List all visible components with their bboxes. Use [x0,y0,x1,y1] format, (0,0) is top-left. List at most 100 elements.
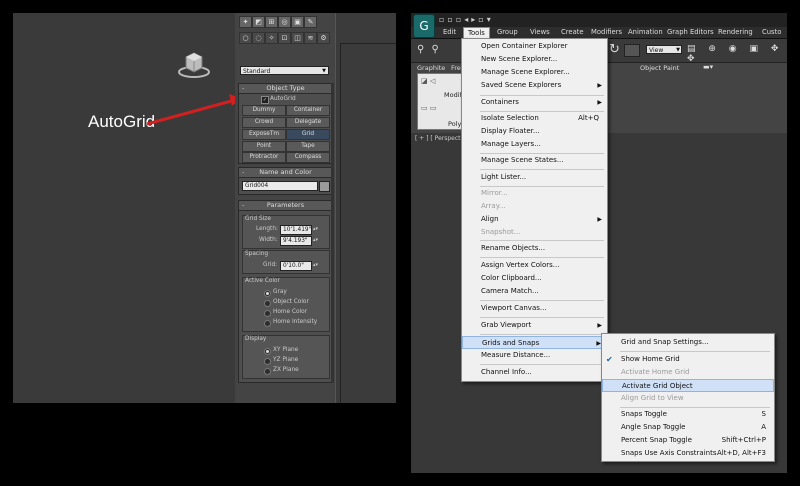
grid-button[interactable]: Grid [286,129,330,140]
object-name-field[interactable]: Grid004 [242,181,318,191]
object-type-title[interactable]: - Object Type [239,84,332,94]
point-button[interactable]: Point [242,141,286,152]
category-dropdown[interactable]: Standard ▼ [240,66,329,75]
menu-item-array[interactable]: Array... [462,200,607,213]
gray-radio[interactable] [264,290,271,297]
ribbon-tab-object-paint[interactable]: Object Paint [640,64,679,72]
width-spinner-icon[interactable]: ▴▾ [313,236,318,244]
menu-item-color-clipboard[interactable]: Color Clipboard... [462,272,607,285]
crowd-button[interactable]: Crowd [242,117,286,128]
xy-plane-radio[interactable] [264,348,271,355]
exposetm-button[interactable]: ExposeTm [242,129,286,140]
menu-item-saved-scene-explorers[interactable]: Saved Scene Explorers ▶ [462,79,607,92]
compass-button[interactable]: Compass [286,152,330,163]
menu-item-grid-and-snap-settings[interactable]: Grid and Snap Settings... [602,336,774,349]
reference-coord-dropdown[interactable]: View ▼ [646,45,682,54]
menu-item-light-lister[interactable]: Light Lister... [462,171,607,184]
geometry-icon[interactable]: ○ [239,32,252,44]
parameters-title[interactable]: - Parameters [239,201,332,211]
dummy-button[interactable]: Dummy [242,105,286,116]
display-tab-icon[interactable]: ▣ [291,16,304,28]
menu-item-containers[interactable]: Containers ▶ [462,96,607,109]
modify-tab-icon[interactable]: ◩ [252,16,265,28]
menu-item-manage-scene-explorer[interactable]: Manage Scene Explorer... [462,66,607,79]
delegate-button[interactable]: Delegate [286,117,330,128]
menu-item-activate-home-grid[interactable]: Activate Home Grid [602,366,774,379]
shapes-icon[interactable]: ◌ [252,32,265,44]
menu-group[interactable]: Group [497,27,518,38]
spacewarps-icon[interactable]: ≋ [304,32,317,44]
viewport-right-edge[interactable] [335,13,396,403]
menu-views[interactable]: Views [530,27,550,38]
menu-item-grab-viewport[interactable]: Grab Viewport ▶ [462,319,607,332]
ribbon-options-icon[interactable]: ▬▾ [703,63,713,71]
menu-graph-editors[interactable]: Graph Editors [667,27,714,38]
menu-item-open-container-explorer[interactable]: Open Container Explorer [462,40,607,53]
menu-customize[interactable]: Custo [762,27,781,38]
menu-item-snaps-use-axis-constraints[interactable]: Snaps Use Axis Constraints Alt+D, Alt+F3 [602,447,774,460]
menu-item-activate-grid-object[interactable]: Activate Grid Object [602,379,774,392]
tape-button[interactable]: Tape [286,141,330,152]
rotate-icon[interactable]: ↻ [609,42,620,57]
object-color-radio[interactable] [264,300,271,307]
menu-item-channel-info[interactable]: Channel Info... [462,366,607,379]
link-tools-icons[interactable]: ⚲ ⚲ [417,44,441,55]
width-input[interactable]: 9'4.193" [280,236,312,246]
grid-spacing-input[interactable]: 0'10.0" [280,261,312,271]
protractor-button[interactable]: Protractor [242,152,286,163]
menu-create[interactable]: Create [561,27,584,38]
motion-tab-icon[interactable]: ◎ [278,16,291,28]
systems-icon[interactable]: ⚙ [317,32,330,44]
grid-spinner-icon[interactable]: ▴▾ [313,261,318,269]
home-intensity-radio[interactable] [264,320,271,327]
menu-edit[interactable]: Edit [443,27,456,38]
length-input[interactable]: 10'1.419" [280,225,312,235]
viewcube-icon[interactable] [177,49,211,79]
helpers-icon[interactable]: ◫ [291,32,304,44]
menu-item-measure-distance[interactable]: Measure Distance... [462,349,607,362]
menu-item-grids-and-snaps[interactable]: Grids and Snaps ▶ [462,336,607,349]
menu-item-snaps-toggle[interactable]: Snaps Toggle S [602,408,774,421]
command-panel-scrollbar[interactable] [331,83,334,383]
scale-icon[interactable] [624,44,640,57]
ribbon-tool-icons[interactable]: ◪ ◁ [421,77,435,85]
ribbon-tab-graphite[interactable]: Graphite [417,64,445,72]
quick-access-icons[interactable]: ▫▫▫◂▸▫▾ [439,15,494,24]
autogrid-checkbox[interactable]: ✓ [261,96,269,104]
menu-rendering[interactable]: Rendering [718,27,753,38]
home-color-radio[interactable] [264,310,271,317]
menu-item-snapshot[interactable]: Snapshot... [462,226,607,239]
app-logo-icon[interactable]: G [413,14,435,38]
menu-item-manage-scene-states[interactable]: Manage Scene States... [462,154,607,167]
menu-item-align[interactable]: Align ▶ [462,213,607,226]
zx-plane-radio[interactable] [264,368,271,375]
viewport-left[interactable]: AutoGrid [13,13,241,403]
menu-item-mirror[interactable]: Mirror... [462,187,607,200]
name-color-title[interactable]: - Name and Color [239,168,332,178]
yz-plane-radio[interactable] [264,358,271,365]
length-spinner-icon[interactable]: ▴▾ [313,225,318,233]
menu-item-angle-snap-toggle[interactable]: Angle Snap Toggle A [602,421,774,434]
ribbon-tab-freeform[interactable]: Fre [451,64,461,72]
object-color-swatch[interactable] [319,181,330,192]
menu-modifiers[interactable]: Modifiers [591,27,622,38]
menu-item-new-scene-explorer[interactable]: New Scene Explorer... [462,53,607,66]
toolbar-icons-right[interactable]: ▤ ⊕ ◉ ▣ ✥ ✥ [687,44,787,64]
menu-item-align-grid-to-view[interactable]: Align Grid to View [602,392,774,405]
cameras-icon[interactable]: ⊡ [278,32,291,44]
utilities-tab-icon[interactable]: ✎ [304,16,317,28]
hierarchy-tab-icon[interactable]: ⊞ [265,16,278,28]
menu-item-percent-snap-toggle[interactable]: Percent Snap Toggle Shift+Ctrl+P [602,434,774,447]
container-button[interactable]: Container [286,105,330,116]
menu-item-display-floater[interactable]: Display Floater... [462,125,607,138]
menu-item-rename-objects[interactable]: Rename Objects... [462,242,607,255]
ribbon-tool-icons-2[interactable]: ▭ ▭ [421,104,436,112]
menu-animation[interactable]: Animation [628,27,663,38]
menu-item-show-home-grid[interactable]: ✔ Show Home Grid [602,353,774,366]
menu-item-assign-vertex-colors[interactable]: Assign Vertex Colors... [462,259,607,272]
lights-icon[interactable]: ✧ [265,32,278,44]
menu-item-camera-match[interactable]: Camera Match... [462,285,607,298]
create-tab-icon[interactable]: ✦ [239,16,252,28]
menu-item-isolate-selection[interactable]: Isolate Selection Alt+Q [462,112,607,125]
menu-item-viewport-canvas[interactable]: Viewport Canvas... [462,302,607,315]
